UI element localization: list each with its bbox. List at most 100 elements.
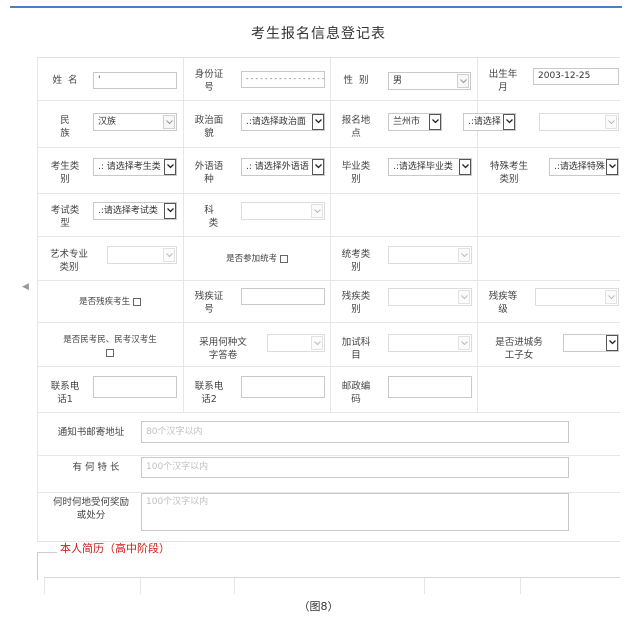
reg-district-select[interactable]: .:请选择 <box>463 113 516 131</box>
row-divider <box>37 366 620 367</box>
exam-category-select[interactable]: .: 请选择考生类 <box>93 158 177 176</box>
page-title: 考生报名信息登记表 <box>251 26 386 42</box>
col-divider <box>44 578 45 594</box>
extra-subject-label: 加试科目 <box>341 337 371 361</box>
col-divider <box>424 578 425 594</box>
is-disabled-checkbox[interactable] <box>132 297 141 306</box>
gender-label: 性 别 <box>343 75 369 86</box>
chevron-down-icon <box>458 248 470 262</box>
col-divider <box>234 578 235 594</box>
chevron-down-icon <box>606 335 618 351</box>
name-input[interactable]: ' <box>93 72 177 89</box>
row-divider <box>37 100 620 101</box>
awards-textarea[interactable]: 100个汉字以内 <box>141 493 569 531</box>
answer-lang-label: 采用何种文 字答卷 <box>199 337 247 361</box>
disability-type-label: 残疾类别 <box>341 291 371 315</box>
gender-select[interactable]: 男 <box>388 72 471 90</box>
disability-level-label: 残疾等级 <box>488 291 518 315</box>
exam-type-select[interactable]: .:请选择考试类 <box>93 202 177 220</box>
row-divider <box>37 322 620 323</box>
chevron-down-icon <box>458 290 470 304</box>
exam-type-label: 考试类型 <box>50 205 80 229</box>
chevron-down-icon <box>312 159 324 175</box>
row-divider <box>37 280 620 281</box>
special-category-label: 特殊考生 类别 <box>489 161 528 185</box>
birth-label: 出生年月 <box>488 69 518 93</box>
foreign-lang-label: 外语语种 <box>194 161 224 185</box>
chevron-down-icon <box>605 290 617 304</box>
id-number-input[interactable]: - - - - - - - - - - - - - - - - - 99 <box>241 71 325 88</box>
chevron-down-icon <box>606 159 618 175</box>
section-bracket <box>37 552 38 580</box>
extra-subject-select[interactable] <box>388 334 472 352</box>
chevron-down-icon <box>163 115 175 129</box>
reg-city-select[interactable]: 兰州市 <box>388 113 442 131</box>
political-select[interactable]: .:请选择政治面 <box>241 113 325 131</box>
exam-category-label: 考生类别 <box>50 161 80 185</box>
joint-exam-checkbox[interactable] <box>279 254 288 263</box>
art-category-label: 艺术专业 类别 <box>49 249 88 273</box>
section-title: 本人简历（高中阶段） <box>60 542 170 555</box>
address-input[interactable]: 80个汉字以内 <box>141 421 569 443</box>
special-category-select[interactable]: .:请选择特殊 <box>549 158 619 176</box>
chevron-down-icon <box>605 115 617 129</box>
top-divider <box>10 6 622 8</box>
unified-category-label: 统考类别 <box>341 249 371 273</box>
col-divider <box>37 58 38 541</box>
postcode-input[interactable] <box>388 376 472 398</box>
ethnicity-select[interactable]: 汉族 <box>93 113 177 131</box>
address-label: 通知书邮寄地址 <box>57 427 125 438</box>
art-category-select[interactable] <box>107 246 177 264</box>
foreign-lang-select[interactable]: .: 请选择外语语 <box>241 158 325 176</box>
migrant-child-label: 是否进城务 工子女 <box>495 337 543 361</box>
specialty-label: 有 何 特 长 <box>72 462 120 473</box>
answer-lang-select[interactable] <box>267 334 325 352</box>
row-divider <box>37 193 620 194</box>
chevron-down-icon <box>164 203 176 219</box>
col-divider <box>140 578 141 594</box>
chevron-down-icon <box>429 114 441 130</box>
subject-label: 科 类 <box>204 205 219 229</box>
col-divider <box>183 58 184 412</box>
row-divider <box>37 147 620 148</box>
migrant-child-select[interactable] <box>563 334 619 352</box>
disability-level-select[interactable] <box>535 288 619 306</box>
id-number-label: 身份证号 <box>194 69 224 93</box>
awards-label: 何时何地受何奖励 或处分 <box>52 497 129 521</box>
col-divider <box>477 58 478 412</box>
minority-checkbox[interactable] <box>106 348 114 357</box>
subject-select[interactable] <box>241 202 325 220</box>
collapse-arrow-icon[interactable]: ◀ <box>22 282 29 292</box>
is-disabled-label: 是否残疾考生 <box>41 296 179 309</box>
chevron-down-icon <box>459 159 471 175</box>
phone2-label: 联系电 话2 <box>194 381 224 405</box>
chevron-down-icon <box>311 336 323 350</box>
ethnicity-label: 民族 <box>60 115 70 139</box>
phone1-input[interactable] <box>93 376 177 398</box>
registration-form: 姓 名 ' 身份证号 - - - - - - - - - - - - - - -… <box>37 57 620 542</box>
grad-category-select[interactable]: .:请选择毕业类 <box>388 158 472 176</box>
resume-table <box>44 577 620 594</box>
col-divider <box>330 58 331 412</box>
specialty-input[interactable]: 100个汉字以内 <box>141 457 569 478</box>
joint-exam-label: 是否参加统考 <box>187 253 327 266</box>
grad-category-label: 毕业类别 <box>341 161 371 185</box>
reg-place-label: 报名地点 <box>341 115 371 139</box>
birth-input[interactable]: 2003-12-25 <box>533 68 619 85</box>
chevron-down-icon <box>163 248 175 262</box>
postcode-label: 邮政编码 <box>341 381 371 405</box>
chevron-down-icon <box>311 204 323 218</box>
row-divider <box>37 236 620 237</box>
phone2-input[interactable] <box>241 376 325 398</box>
chevron-down-icon <box>503 114 515 130</box>
chevron-down-icon <box>164 159 176 175</box>
chevron-down-icon <box>458 336 470 350</box>
chevron-down-icon <box>457 74 469 88</box>
name-label: 姓 名 <box>52 75 78 86</box>
section-bracket <box>37 552 57 553</box>
reg-third-select[interactable] <box>539 113 619 131</box>
figure-caption: （图8） <box>298 600 339 613</box>
disability-type-select[interactable] <box>388 288 472 306</box>
unified-category-select[interactable] <box>388 246 472 264</box>
disability-cert-input[interactable] <box>241 288 325 305</box>
